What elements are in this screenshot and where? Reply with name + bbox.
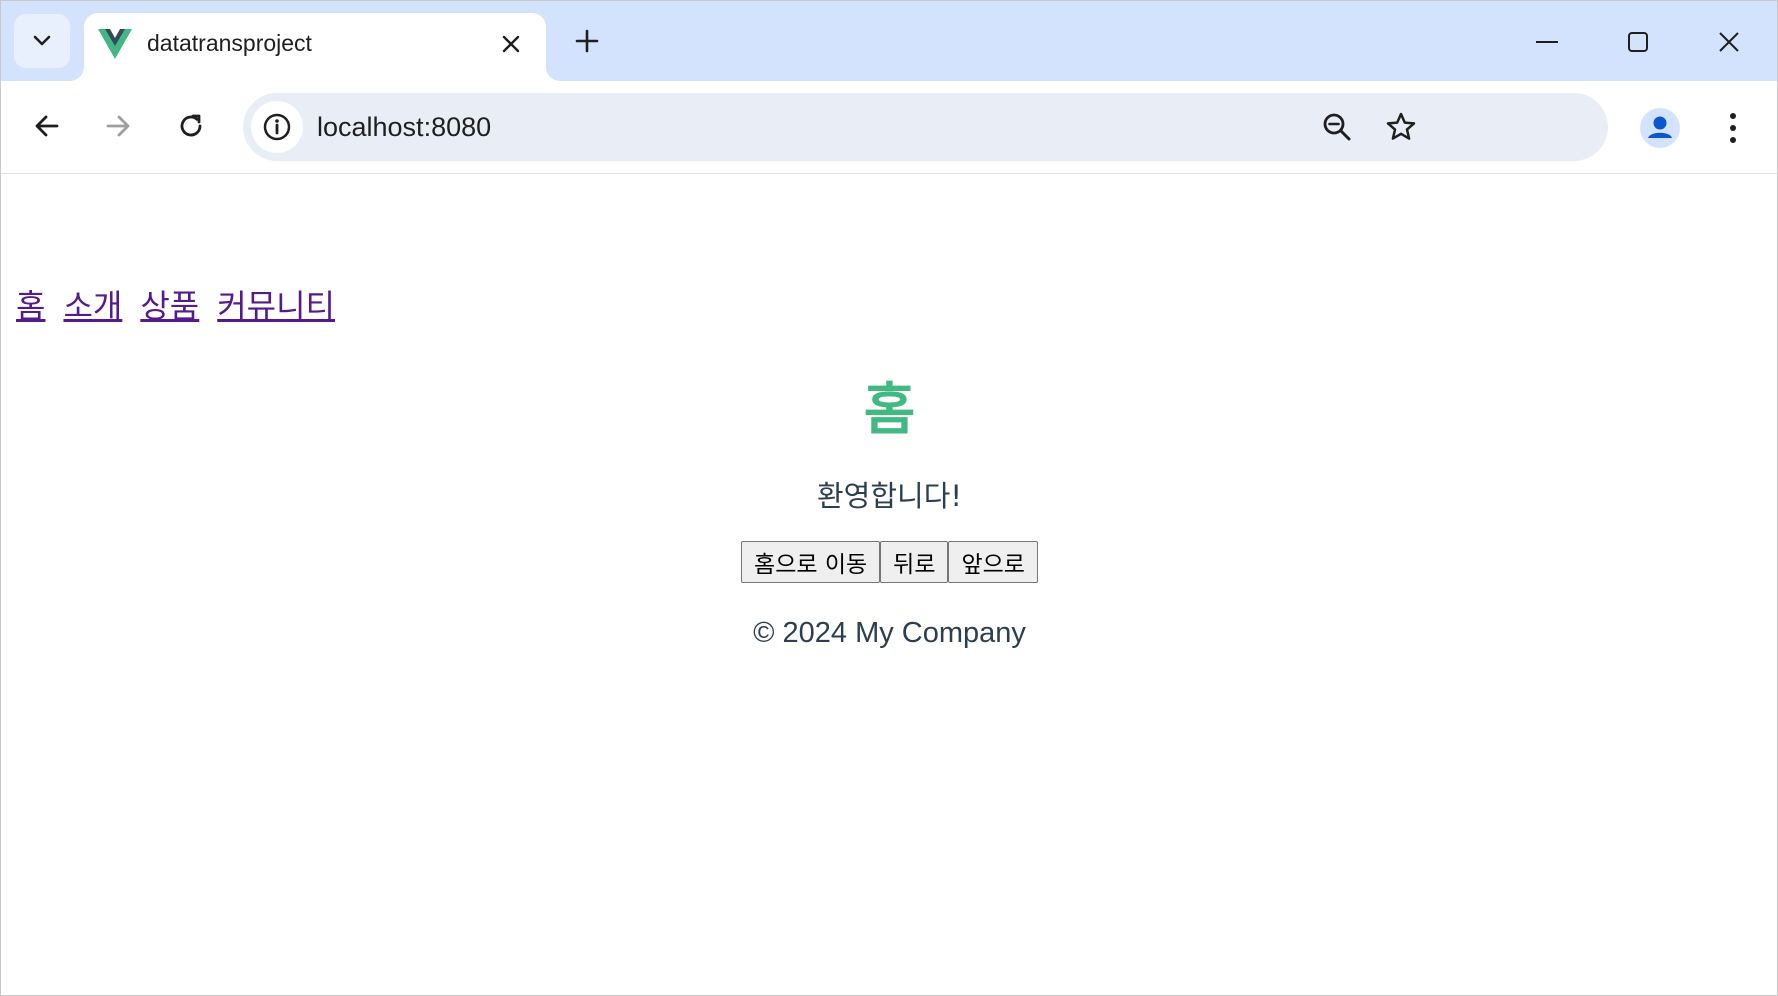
reload-icon	[180, 114, 202, 137]
nav-link-community[interactable]: 커뮤니티	[217, 281, 335, 327]
kebab-menu-icon	[1730, 113, 1736, 143]
page-content: 홈 소개 상품 커뮤니티 홈 환영합니다! 홈으로 이동 뒤로 앞으로 © 20…	[2, 175, 1777, 995]
nav-link-about[interactable]: 소개	[63, 281, 122, 327]
maximize-icon	[1628, 32, 1648, 52]
go-back-button[interactable]: 뒤로	[880, 541, 949, 583]
info-icon	[263, 113, 291, 141]
tab-title: datatransproject	[147, 30, 312, 56]
navigation-buttons: 홈으로 이동 뒤로 앞으로	[2, 541, 1777, 583]
window-close-button[interactable]	[1694, 13, 1764, 71]
go-forward-button[interactable]: 앞으로	[948, 541, 1038, 583]
browser-menu-button[interactable]	[1708, 103, 1758, 153]
close-icon	[502, 35, 520, 53]
close-icon	[1719, 32, 1739, 52]
welcome-message: 환영합니다!	[816, 479, 963, 513]
arrow-right-icon	[106, 115, 130, 137]
vue-logo-icon	[98, 29, 132, 59]
arrow-left-icon	[35, 115, 59, 137]
page-footer: © 2024 My Company	[753, 617, 1026, 649]
minimize-button[interactable]	[1512, 13, 1582, 71]
tab-close-button[interactable]	[494, 27, 528, 61]
star-icon	[1386, 112, 1416, 140]
nav-link-home[interactable]: 홈	[16, 281, 45, 327]
bookmark-button[interactable]	[1377, 103, 1425, 151]
site-info-button[interactable]	[251, 101, 303, 153]
address-bar[interactable]	[243, 93, 1608, 161]
zoom-out-icon	[1323, 113, 1351, 141]
minimize-icon	[1536, 41, 1558, 43]
plus-icon	[575, 29, 599, 53]
main-nav: 홈 소개 상품 커뮤니티	[16, 281, 335, 327]
browser-window: datatransproject localhost:8080 홈 소개 상품 …	[0, 0, 1778, 996]
reload-button[interactable]	[166, 101, 216, 151]
back-button[interactable]	[22, 101, 72, 151]
page-title: 홈	[863, 378, 916, 443]
chevron-down-icon	[33, 35, 51, 46]
profile-button[interactable]	[1635, 103, 1685, 153]
forward-button[interactable]	[93, 101, 143, 151]
nav-link-products[interactable]: 상품	[140, 281, 199, 327]
maximize-button[interactable]	[1603, 13, 1673, 71]
new-tab-button[interactable]	[567, 21, 607, 61]
browser-toolbar	[1, 81, 1777, 174]
go-home-button[interactable]: 홈으로 이동	[741, 541, 881, 583]
zoom-button[interactable]	[1313, 103, 1361, 151]
tab-strip: datatransproject	[1, 1, 1777, 81]
url-input[interactable]	[317, 93, 1317, 161]
active-tab[interactable]: datatransproject	[84, 13, 546, 81]
tab-search-button[interactable]	[14, 14, 70, 68]
person-icon	[1640, 108, 1680, 148]
